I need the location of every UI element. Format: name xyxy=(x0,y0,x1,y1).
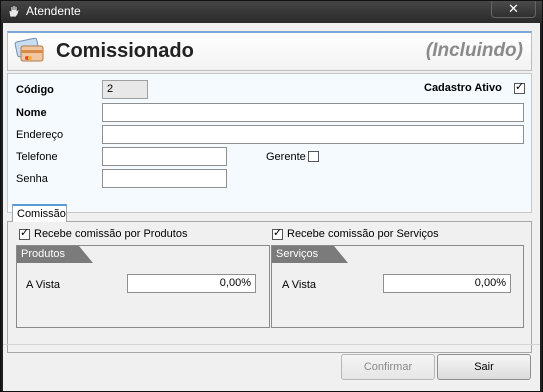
servicos-group-title: Serviços xyxy=(272,246,348,263)
window: Atendente ✕ Comissionado (Incluindo) Cód… xyxy=(0,0,543,392)
hand-icon xyxy=(8,4,20,18)
confirmar-button[interactable]: Confirmar xyxy=(341,354,435,380)
check-icon: ✓ xyxy=(515,81,525,93)
cadastro-ativo-label: Cadastro Ativo xyxy=(424,82,502,94)
produtos-group-title: Produtos xyxy=(17,246,93,263)
endereco-field[interactable] xyxy=(102,125,524,144)
tab-comissao[interactable]: Comissão xyxy=(12,204,67,222)
servicos-groupbox: Serviços A Vista 0,00% xyxy=(271,245,524,328)
close-icon: ✕ xyxy=(508,1,519,16)
cadastro-ativo-checkbox[interactable]: ✓ xyxy=(514,81,525,94)
nome-label: Nome xyxy=(16,107,47,119)
produtos-commission-label: Recebe comissão por Produtos xyxy=(34,228,188,240)
form-mode-label: (Incluindo) xyxy=(425,40,523,61)
cards-logo-icon xyxy=(14,37,44,62)
endereco-label: Endereço xyxy=(16,129,64,141)
close-button[interactable]: ✕ xyxy=(491,1,536,18)
gerente-checkbox[interactable] xyxy=(308,151,319,162)
check-icon: ✓ xyxy=(273,227,283,239)
form-title: Comissionado xyxy=(56,40,194,62)
servicos-commission-label: Recebe comissão por Serviços xyxy=(287,228,439,240)
produtos-avista-field[interactable]: 0,00% xyxy=(127,274,256,293)
nome-field[interactable] xyxy=(102,103,524,122)
title-bar[interactable]: Atendente ✕ xyxy=(1,1,542,23)
telefone-field[interactable] xyxy=(102,147,227,166)
telefone-label: Telefone xyxy=(16,151,58,163)
form-client-area: Comissionado (Incluindo) Código 2 Cadast… xyxy=(3,23,540,391)
servicos-commission-checkbox[interactable]: ✓ xyxy=(272,227,283,240)
servicos-avista-field[interactable]: 0,00% xyxy=(383,274,511,293)
servicos-avista-label: A Vista xyxy=(282,279,317,291)
produtos-avista-label: A Vista xyxy=(26,279,61,291)
footer-separator xyxy=(3,344,540,345)
gerente-label: Gerente xyxy=(266,151,306,163)
produtos-commission-checkbox[interactable]: ✓ xyxy=(19,227,30,240)
codigo-field[interactable]: 2 xyxy=(102,80,148,99)
check-icon: ✓ xyxy=(20,227,30,239)
senha-field[interactable] xyxy=(102,169,227,188)
sair-button[interactable]: Sair xyxy=(437,354,531,380)
form-header: Comissionado (Incluindo) xyxy=(7,31,532,71)
produtos-groupbox: Produtos A Vista 0,00% xyxy=(16,245,270,328)
senha-label: Senha xyxy=(16,173,48,185)
window-title: Atendente xyxy=(26,4,81,18)
codigo-label: Código xyxy=(16,84,54,96)
